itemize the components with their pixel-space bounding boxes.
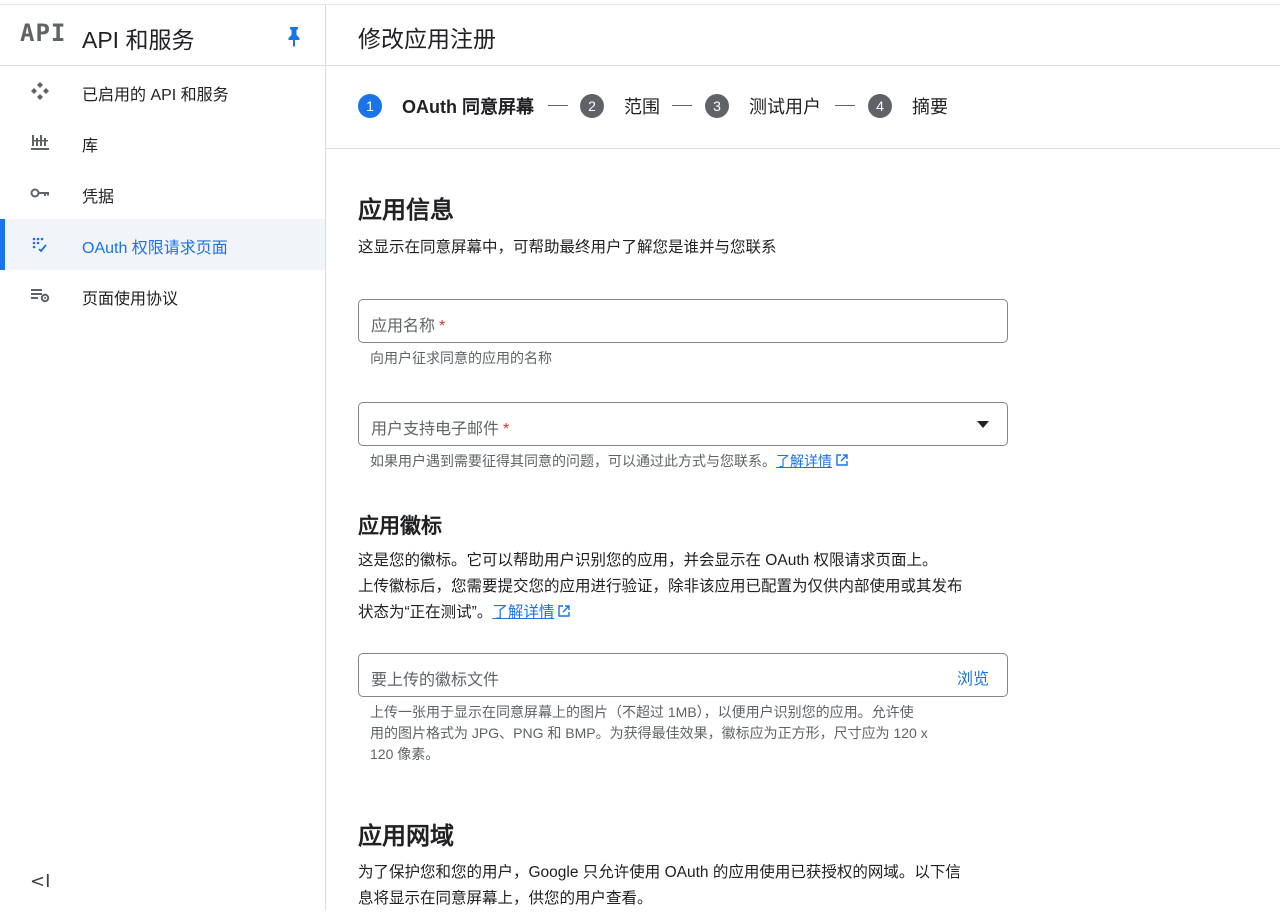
step-label: 范围 [624,97,660,117]
app-domain-description: 为了保护您和您的用户，Google 只允许使用 OAuth 的应用使用已获授权的… [358,860,1018,912]
external-link-icon [558,605,571,617]
browse-button[interactable]: 浏览 [957,665,989,689]
app-domain-description-line: 为了保护您和您的用户，Google 只允许使用 OAuth 的应用使用已获授权的… [358,864,961,881]
section-title-app-info: 应用信息 [358,197,454,224]
sidebar-title: API 和服务 [82,27,195,53]
step-2[interactable]: 2 范围 [580,93,660,119]
sidebar: API API 和服务 已启用的 API 和服务 库 凭据 OAuth 权限请求… [0,5,326,911]
app-name-input[interactable]: 应用名称 * [358,299,1008,343]
page-title: 修改应用注册 [358,26,496,52]
step-number: 4 [868,94,892,118]
sidebar-item-library[interactable]: 库 [0,117,325,168]
logo-file-label: 要上传的徽标文件 [371,672,500,689]
sidebar-item-label: 页面使用协议 [82,291,179,308]
sidebar-header: API API 和服务 [0,5,325,66]
collapse-sidebar-button[interactable]: <I [30,871,50,892]
diamond-grid-icon [28,79,52,103]
step-label: 摘要 [912,97,948,117]
support-email-label: 用户支持电子邮件 * [371,421,510,438]
sidebar-item-label: OAuth 权限请求页面 [82,240,228,257]
dropdown-arrow-icon [977,421,989,428]
learn-more-link[interactable]: 了解详情 [776,453,832,469]
app-logo-description-line: 状态为“正在测试”。了解详情 [358,600,1028,626]
sidebar-nav: 已启用的 API 和服务 库 凭据 OAuth 权限请求页面 页面使用协议 [0,66,325,321]
sidebar-item-credentials[interactable]: 凭据 [0,168,325,219]
step-label: OAuth 同意屏幕 [402,97,534,117]
step-connector [548,105,568,106]
sidebar-item-page-usage-agreement[interactable]: 页面使用协议 [0,270,325,321]
sidebar-item-label: 凭据 [82,189,115,206]
app-logo-description-line: 上传徽标后，您需要提交您的应用进行验证，除非该应用已配置为仅供内部使用或其发布 [358,578,963,595]
api-logo: API [20,19,67,47]
library-icon [28,130,52,154]
oauth-consent-icon [28,232,52,256]
step-number: 3 [705,94,729,118]
required-asterisk: * [503,421,510,438]
app-domain-description-line: 息将显示在同意屏幕上，供您的用户查看。 [358,890,653,907]
step-3[interactable]: 3 测试用户 [705,93,821,119]
main-header: 修改应用注册 [326,5,1280,66]
app-info-description: 这显示在同意屏幕中，可帮助最终用户了解您是谁并与您联系 [358,239,777,256]
logo-file-input[interactable]: 要上传的徽标文件 浏览 [358,653,1008,697]
sidebar-item-label: 已启用的 API 和服务 [82,87,229,104]
step-label: 测试用户 [749,97,821,117]
support-email-hint: 如果用户遇到需要征得其同意的问题，可以通过此方式与您联系。了解详情 [370,451,990,472]
step-1[interactable]: 1 OAuth 同意屏幕 [358,93,534,119]
external-link-icon [836,454,848,466]
step-number: 2 [580,94,604,118]
support-email-select[interactable]: 用户支持电子邮件 * [358,402,1008,446]
logo-hint-line: 上传一张用于显示在同意屏幕上的图片（不超过 1MB），以便用户识别您的应用。允许… [370,704,914,720]
learn-more-link[interactable]: 了解详情 [492,604,554,621]
logo-hint-line: 用的图片格式为 JPG、PNG 和 BMP。为获得最佳效果，徽标应为正方形，尺寸… [370,725,928,741]
section-title-app-logo: 应用徽标 [358,515,442,538]
step-number: 1 [358,94,382,118]
step-4[interactable]: 4 摘要 [868,93,948,119]
required-asterisk: * [439,318,446,335]
sidebar-item-label: 库 [82,138,99,155]
logo-file-hint: 上传一张用于显示在同意屏幕上的图片（不超过 1MB），以便用户识别您的应用。允许… [370,702,990,765]
stepper: 1 OAuth 同意屏幕 2 范围 3 测试用户 4 摘要 [326,66,1280,149]
key-icon [28,181,52,205]
step-connector [835,105,855,106]
step-connector [672,105,692,106]
app-name-hint: 向用户征求同意的应用的名称 [370,350,552,366]
section-title-app-domain: 应用网域 [358,823,454,850]
app-logo-description: 这是您的徽标。它可以帮助用户识别您的应用，并会显示在 OAuth 权限请求页面上… [358,548,1028,626]
main-content: 修改应用注册 1 OAuth 同意屏幕 2 范围 3 测试用户 4 摘要 应用信… [326,5,1280,911]
sidebar-item-enabled-apis[interactable]: 已启用的 API 和服务 [0,66,325,117]
page-settings-icon [28,283,52,307]
app-name-label: 应用名称 * [371,318,446,335]
app-logo-description-line: 这是您的徽标。它可以帮助用户识别您的应用，并会显示在 OAuth 权限请求页面上… [358,552,938,569]
logo-hint-line: 120 像素。 [370,746,440,762]
sidebar-item-oauth-consent[interactable]: OAuth 权限请求页面 [0,219,325,270]
pin-icon[interactable] [284,25,304,47]
